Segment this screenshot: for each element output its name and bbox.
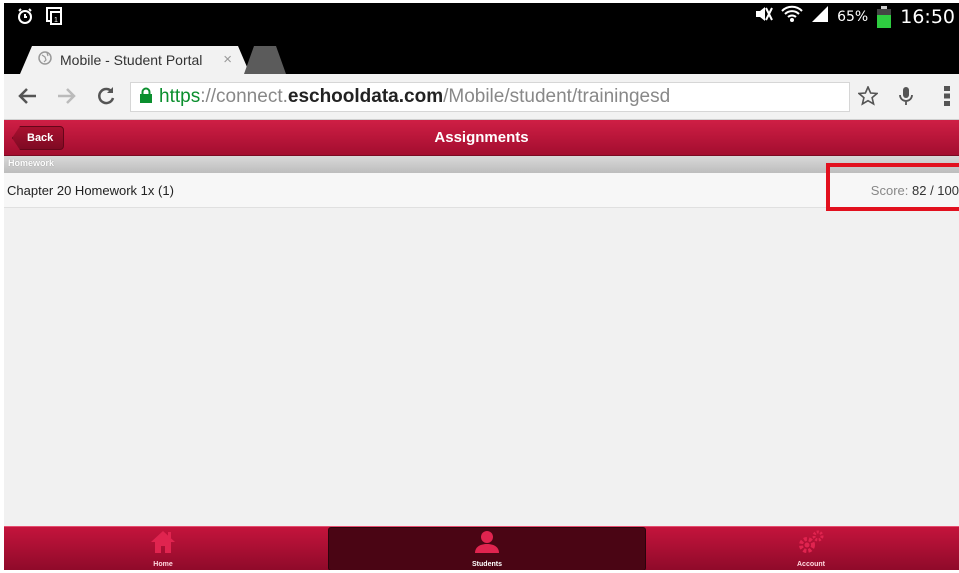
microphone-icon[interactable]: [894, 84, 918, 108]
bottom-nav: Home Students Account: [4, 526, 959, 570]
nav-label-home: Home: [153, 561, 173, 568]
wifi-icon: [781, 5, 803, 28]
battery-icon: [876, 5, 892, 28]
url-text: https://connect.eschooldata.com/Mobile/s…: [159, 86, 670, 108]
assignment-name: Chapter 20 Homework 1x (1): [7, 183, 174, 198]
screen-mirror-icon: 1: [46, 7, 66, 30]
gears-icon: [797, 530, 825, 559]
nav-home[interactable]: Home: [4, 527, 322, 570]
page-title: Assignments: [434, 129, 529, 146]
lock-icon: [139, 87, 153, 108]
tab-title: Mobile - Student Portal: [60, 52, 203, 68]
section-divider-homework: Homework: [4, 156, 959, 173]
device-screen: 1 65% 16:50 Mobile - Student Portal × ht…: [4, 3, 959, 570]
browser-toolbar: https://connect.eschooldata.com/Mobile/s…: [4, 74, 959, 120]
student-icon: [473, 530, 501, 559]
globe-icon: [38, 51, 52, 70]
forward-arrow-icon[interactable]: [54, 84, 78, 108]
menu-icon[interactable]: [935, 84, 959, 108]
assignment-row[interactable]: Chapter 20 Homework 1x (1) Score: 82 / 1…: [4, 173, 959, 208]
nav-account[interactable]: Account: [652, 527, 959, 570]
home-icon: [150, 530, 176, 559]
url-host: eschooldata.com: [287, 86, 444, 107]
nav-students[interactable]: Students: [328, 527, 646, 570]
bookmark-star-icon[interactable]: [856, 84, 880, 108]
nav-label-students: Students: [472, 561, 502, 568]
close-tab-icon[interactable]: ×: [223, 51, 232, 68]
back-arrow-icon[interactable]: [16, 84, 40, 108]
reload-icon[interactable]: [94, 84, 118, 108]
browser-tab[interactable]: Mobile - Student Portal ×: [20, 46, 250, 74]
url-subdomain: connect.: [216, 86, 288, 107]
clock: 16:50: [900, 5, 955, 28]
status-bar: 1 65% 16:50: [4, 3, 959, 34]
app-header: Back Assignments: [4, 120, 959, 156]
battery-percent: 65%: [837, 8, 869, 25]
url-scheme: https: [159, 86, 201, 107]
url-path: /Mobile/student/trainingesd: [443, 86, 671, 107]
mute-icon: [753, 5, 774, 28]
signal-icon: [811, 5, 829, 28]
url-separator: ://: [200, 86, 217, 107]
nav-label-account: Account: [797, 561, 825, 568]
browser-tab-strip: Mobile - Student Portal ×: [4, 34, 959, 74]
new-tab-button[interactable]: [244, 46, 286, 74]
svg-text:1: 1: [54, 17, 58, 24]
assignments-list: Homework Chapter 20 Homework 1x (1) Scor…: [4, 156, 959, 526]
alarm-icon: [16, 7, 34, 30]
address-bar[interactable]: https://connect.eschooldata.com/Mobile/s…: [130, 82, 850, 112]
score-highlight-box: [826, 163, 959, 211]
